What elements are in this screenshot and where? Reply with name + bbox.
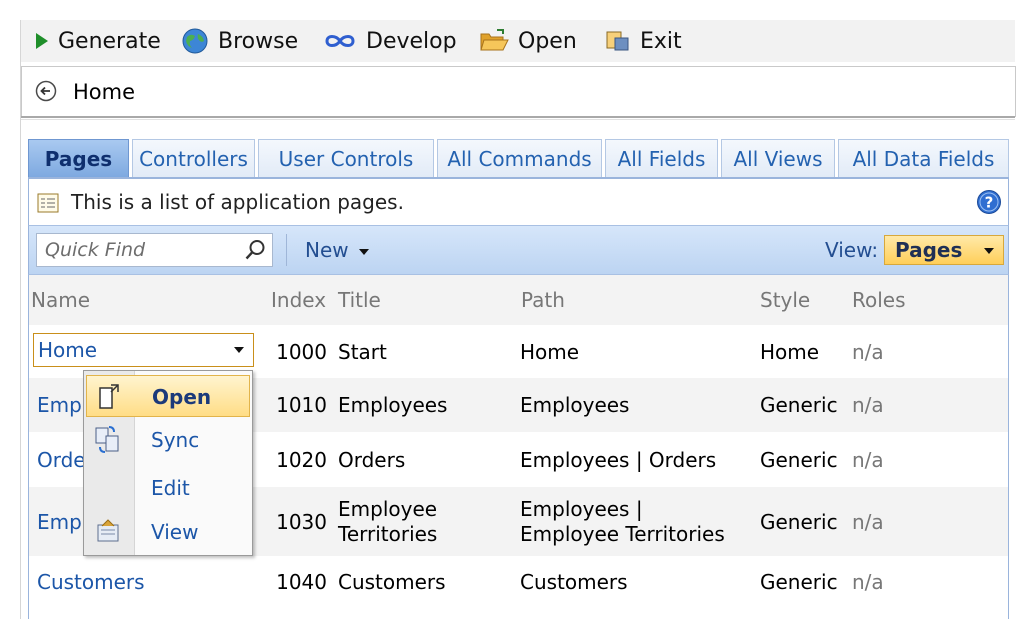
generate-button[interactable]: Generate xyxy=(35,20,161,62)
tab-all-commands[interactable]: All Commands xyxy=(437,139,602,177)
view-selector[interactable]: Pages xyxy=(884,235,1004,265)
row-roles: n/a xyxy=(852,509,884,534)
chevron-down-icon xyxy=(984,248,994,254)
tab-controllers[interactable]: Controllers xyxy=(132,139,255,177)
row-index: 1020 xyxy=(276,447,327,472)
row-index: 1010 xyxy=(276,393,327,417)
row-path: Customers xyxy=(520,570,628,594)
exit-icon xyxy=(606,31,629,51)
search-icon[interactable] xyxy=(244,239,266,261)
develop-label: Develop xyxy=(366,28,457,54)
row-roles: n/a xyxy=(852,339,884,364)
column-header-name[interactable]: Name xyxy=(31,275,90,325)
divider xyxy=(21,116,1015,118)
description-bar: This is a list of application pages. ? xyxy=(28,177,1009,225)
infinity-icon xyxy=(325,35,355,47)
develop-button[interactable]: Develop xyxy=(323,20,457,62)
open-label: Open xyxy=(518,28,577,54)
column-header-index[interactable]: Index xyxy=(271,275,326,325)
menu-item-label: Open xyxy=(152,385,212,409)
row-path: Home xyxy=(520,339,580,364)
folder-open-icon xyxy=(480,29,509,51)
row-style: Home xyxy=(760,339,820,364)
row-path: Employees | Orders xyxy=(520,447,717,472)
row-context-menu: Open Sync Edit View xyxy=(83,370,253,556)
table-row[interactable]: Customers 1040 Customers Customers Gener… xyxy=(29,556,1008,608)
row-title: Orders xyxy=(338,447,406,472)
menu-item-view[interactable]: View xyxy=(84,511,252,553)
sync-icon xyxy=(95,426,119,453)
quick-find-input[interactable] xyxy=(37,234,245,266)
row-style: Generic xyxy=(760,509,838,534)
action-bar: New View: Pages xyxy=(28,225,1009,275)
menu-item-label: Edit xyxy=(151,476,190,500)
column-header-style[interactable]: Style xyxy=(760,275,810,325)
view-label: View: xyxy=(825,238,879,262)
chevron-down-icon xyxy=(234,347,244,353)
column-header-roles[interactable]: Roles xyxy=(852,275,906,325)
row-roles: n/a xyxy=(852,447,884,472)
tab-all-views[interactable]: All Views xyxy=(721,139,835,177)
row-title: Employees xyxy=(338,393,448,417)
row-name[interactable]: Empl xyxy=(37,487,87,556)
column-header-title[interactable]: Title xyxy=(338,275,381,325)
toolbar-separator xyxy=(286,234,287,266)
row-name[interactable]: Customers xyxy=(37,556,145,608)
breadcrumb: Home xyxy=(21,66,1016,117)
column-header-path[interactable]: Path xyxy=(521,275,565,325)
row-style: Generic xyxy=(760,447,838,472)
list-icon xyxy=(37,193,59,213)
row-style: Generic xyxy=(760,570,838,594)
row-title: Customers xyxy=(338,570,446,594)
tab-pages[interactable]: Pages xyxy=(28,139,129,177)
tab-all-fields[interactable]: All Fields xyxy=(605,139,718,177)
row-index: 1030 xyxy=(276,509,327,534)
quick-find-box xyxy=(36,233,273,267)
generate-label: Generate xyxy=(58,28,161,54)
back-arrow-icon[interactable] xyxy=(35,80,57,102)
row-name: Home xyxy=(38,338,98,362)
tab-bar: Pages Controllers User Controls All Comm… xyxy=(28,139,1009,177)
main-toolbar: Generate Browse Develop Open Exit xyxy=(21,20,1015,62)
breadcrumb-home[interactable]: Home xyxy=(73,67,135,117)
row-name[interactable]: Empl xyxy=(37,378,87,432)
row-style: Generic xyxy=(760,393,838,417)
application-window: Generate Browse Develop Open Exit Home P… xyxy=(0,0,1021,619)
play-icon xyxy=(36,33,48,49)
description-text: This is a list of application pages. xyxy=(71,190,404,214)
row-index: 1000 xyxy=(276,339,327,364)
open-document-icon xyxy=(99,384,119,409)
row-roles: n/a xyxy=(852,393,884,417)
tab-user-controls[interactable]: User Controls xyxy=(258,139,434,177)
row-path: Employees xyxy=(520,393,630,417)
chevron-down-icon xyxy=(358,248,369,255)
row-title: Employee Territories xyxy=(338,496,438,546)
svg-text:?: ? xyxy=(985,194,994,212)
menu-item-label: View xyxy=(151,520,199,544)
browse-button[interactable]: Browse xyxy=(181,20,298,62)
grid-header: Name Index Title Path Style Roles xyxy=(29,275,1008,325)
row-action-selector[interactable]: Home xyxy=(33,333,254,367)
row-index: 1040 xyxy=(276,570,327,594)
help-icon[interactable]: ? xyxy=(976,189,1002,215)
row-name[interactable]: Orde xyxy=(37,432,86,487)
menu-item-open[interactable]: Open xyxy=(86,375,250,417)
divider xyxy=(21,119,1015,120)
view-form-icon xyxy=(97,519,119,542)
view-selector-value: Pages xyxy=(895,238,963,262)
new-button[interactable]: New xyxy=(305,226,369,274)
row-title: Start xyxy=(338,339,387,364)
new-label: New xyxy=(305,238,349,262)
exit-label: Exit xyxy=(640,28,682,54)
globe-icon xyxy=(182,28,208,54)
row-path: Employees | Employee Territories xyxy=(520,496,725,546)
browse-label: Browse xyxy=(218,28,299,54)
menu-item-label: Sync xyxy=(151,428,200,452)
open-button[interactable]: Open xyxy=(479,20,577,62)
menu-item-sync[interactable]: Sync xyxy=(84,419,252,461)
exit-button[interactable]: Exit xyxy=(605,20,682,62)
row-roles: n/a xyxy=(852,570,884,594)
menu-item-edit[interactable]: Edit xyxy=(84,467,252,509)
tab-all-data-fields[interactable]: All Data Fields xyxy=(838,139,1009,177)
